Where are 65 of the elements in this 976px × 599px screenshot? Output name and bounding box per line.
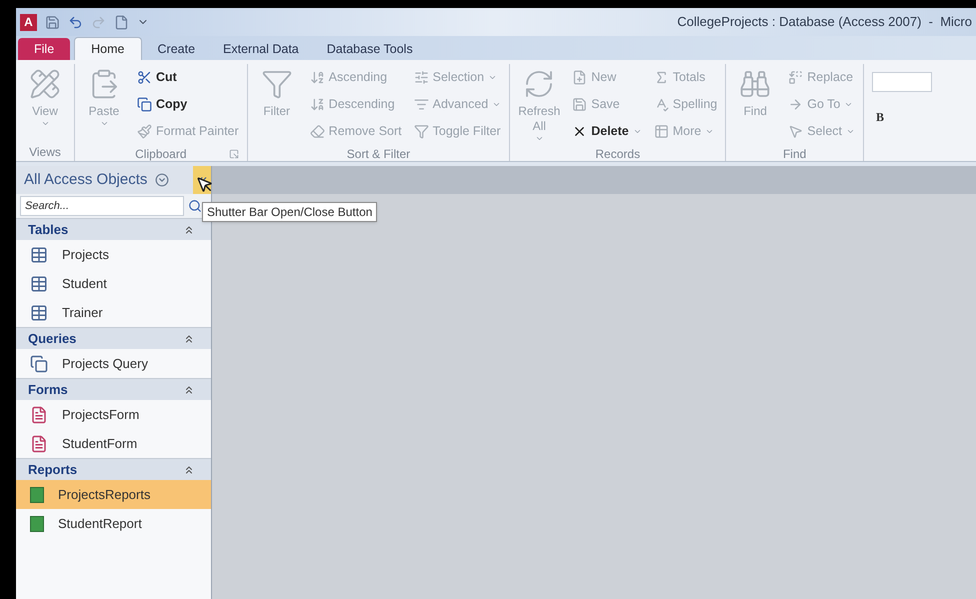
- ribbon-tool-icon: [572, 97, 588, 112]
- ribbon-tool-icon: [414, 70, 429, 85]
- ribbon-tab[interactable]: Home: [74, 37, 142, 60]
- form-icon: [30, 434, 48, 452]
- ribbon-tool-icon: [788, 97, 804, 112]
- search-icon[interactable]: [188, 199, 202, 213]
- ribbon-button[interactable]: Delete: [568, 118, 646, 145]
- ribbon-tab[interactable]: File: [18, 38, 70, 60]
- save-icon[interactable]: [45, 14, 60, 30]
- bold-button[interactable]: B: [872, 108, 888, 126]
- navigation-item[interactable]: StudentForm: [16, 429, 211, 458]
- table-icon: [30, 304, 48, 322]
- ribbon-tool-icon: [414, 97, 429, 112]
- navigation-group-header[interactable]: Forms: [28, 380, 68, 400]
- report-icon: [30, 486, 44, 502]
- ribbon-group-label: Sort & Filter: [346, 146, 410, 163]
- form-icon: [30, 406, 48, 424]
- ribbon-tool-icon: [654, 124, 669, 139]
- ribbon-group-label: Find: [782, 146, 806, 163]
- tooltip: Shutter Bar Open/Close Button: [202, 202, 378, 222]
- ribbon-tool-icon: [137, 97, 152, 112]
- ribbon-tab[interactable]: External Data: [211, 38, 311, 60]
- ribbon-group-label: Clipboard: [135, 146, 187, 163]
- navigation-item[interactable]: ProjectsForm: [16, 400, 211, 429]
- navigation-item[interactable]: Student: [16, 269, 211, 298]
- ribbon-tool-icon: [788, 70, 804, 85]
- ribbon-group-label: Views: [29, 144, 61, 161]
- undo-icon[interactable]: [68, 14, 83, 30]
- ribbon-group-label: Records: [595, 146, 640, 163]
- new-document-icon[interactable]: [114, 14, 129, 30]
- dialog-launcher-icon[interactable]: [228, 149, 239, 159]
- navigation-item[interactable]: Projects: [16, 240, 211, 269]
- font-name-field[interactable]: [872, 72, 932, 92]
- ribbon-tool-icon: [310, 70, 325, 85]
- ribbon-tool-icon: [572, 70, 588, 85]
- ribbon-tool-icon: [414, 124, 429, 139]
- ribbon-tab[interactable]: Create: [146, 38, 208, 60]
- navigation-group-header[interactable]: Tables: [28, 220, 68, 240]
- table-icon: [30, 246, 48, 264]
- ribbon-tool-icon: [310, 124, 325, 139]
- navigation-item[interactable]: Projects Query: [16, 349, 211, 378]
- table-icon: [30, 274, 48, 292]
- ribbon-button[interactable]: Cut: [133, 64, 243, 91]
- ribbon-button[interactable]: Copy: [133, 91, 243, 118]
- ribbon-tool-icon: [29, 68, 61, 100]
- ribbon-tool-icon: [260, 68, 293, 100]
- ribbon-tab[interactable]: Database Tools: [314, 38, 425, 60]
- collapse-group-icon[interactable]: [183, 384, 195, 396]
- app-logo: A: [20, 14, 37, 30]
- query-icon: [30, 354, 48, 372]
- navigation-item[interactable]: ProjectsReports: [16, 480, 211, 509]
- search-field[interactable]: Search...: [20, 196, 184, 216]
- ribbon-tool-icon: [137, 70, 152, 85]
- collapse-group-icon[interactable]: [183, 332, 195, 344]
- ribbon-tool-icon: [788, 124, 804, 139]
- navigation-item[interactable]: StudentReport: [16, 509, 211, 538]
- ribbon-tool-icon: [310, 97, 325, 112]
- collapse-group-icon[interactable]: [183, 224, 195, 236]
- collapse-group-icon[interactable]: [183, 464, 195, 476]
- report-icon: [30, 516, 44, 532]
- window-title: CollegeProjects : Database (Access 2007) - Micro: [677, 13, 972, 32]
- navigation-item[interactable]: Trainer: [16, 298, 211, 327]
- ribbon-tool-icon: [137, 124, 152, 139]
- ribbon-tool-icon: [739, 68, 772, 100]
- dropdown-icon[interactable]: [155, 173, 170, 187]
